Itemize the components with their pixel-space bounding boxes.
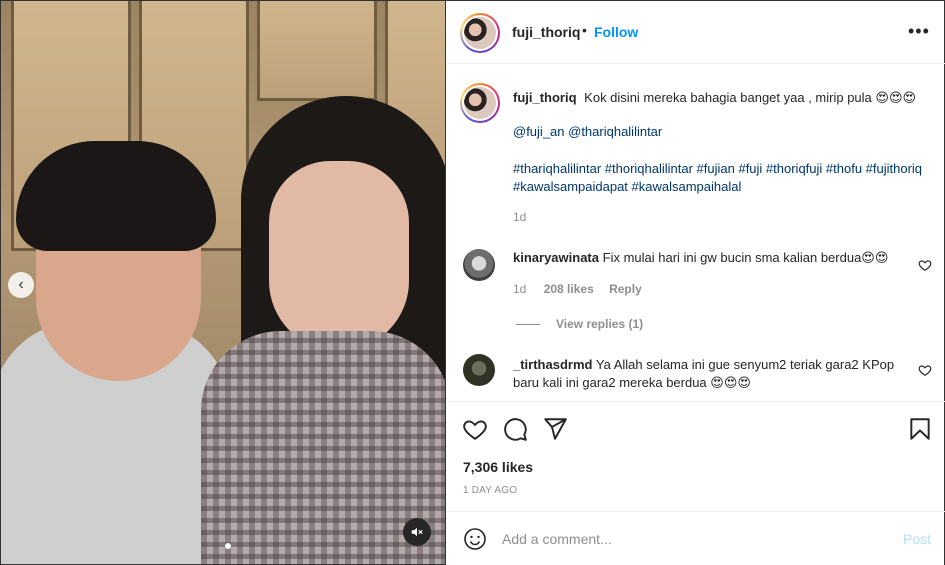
comment-avatar[interactable]	[463, 249, 495, 281]
divider-line	[516, 324, 540, 326]
post-side-panel: fuji_thoriq • Follow ••• fuji_thoriq Kok…	[446, 0, 945, 565]
photo-person-left-hair	[16, 141, 216, 251]
more-options-icon[interactable]: •••	[908, 21, 930, 42]
paper-plane-icon[interactable]	[542, 416, 568, 442]
post-media[interactable]: ‹	[0, 0, 446, 565]
caption-time: 1d	[513, 210, 527, 224]
photo-person-right-face	[269, 161, 409, 351]
comment-icon[interactable]	[502, 416, 528, 442]
caption-text: Kok disini mereka bahagia banget yaa , m…	[584, 90, 917, 105]
comment-input[interactable]	[502, 531, 882, 547]
caption-hashtags[interactable]: #thariqhalilintar #thoriqhalilintar #fuj…	[513, 160, 933, 196]
add-comment-bar: Post	[446, 511, 945, 565]
comment-username[interactable]: _tirthasdrmd	[513, 357, 592, 372]
muted-speaker-icon	[411, 527, 423, 537]
comment-username[interactable]: kinaryawinata	[513, 250, 599, 265]
comment-avatar[interactable]	[463, 354, 495, 386]
smiley-icon[interactable]	[463, 527, 487, 551]
caption-mentions[interactable]: @fuji_an @thariqhalilintar	[513, 124, 662, 139]
follow-button[interactable]: Follow	[594, 24, 638, 40]
mute-button[interactable]	[403, 518, 431, 546]
author-avatar[interactable]	[460, 13, 500, 53]
post-actions: 7,306 likes 1 DAY AGO	[446, 401, 945, 511]
comment-likes[interactable]: 208 likes	[544, 282, 594, 296]
comments-list[interactable]: fuji_thoriq Kok disini mereka bahagia ba…	[446, 65, 945, 401]
bookmark-icon[interactable]	[907, 416, 933, 442]
post-header: fuji_thoriq • Follow •••	[446, 1, 945, 64]
caption: fuji_thoriq Kok disini mereka bahagia ba…	[513, 89, 933, 107]
carousel-indicator	[225, 543, 231, 549]
view-replies-button[interactable]: View replies (1)	[516, 317, 643, 331]
post-timestamp: 1 DAY AGO	[463, 485, 518, 496]
caption-username[interactable]: fuji_thoriq	[513, 90, 577, 105]
author-username[interactable]: fuji_thoriq	[512, 24, 580, 40]
comment: kinaryawinata Fix mulai hari ini gw buci…	[513, 250, 888, 266]
heart-icon[interactable]	[462, 416, 488, 442]
comment: _tirthasdrmd Ya Allah selama ini gue sen…	[513, 356, 913, 392]
comment-text: Fix mulai hari ini gw bucin sma kalian b…	[602, 250, 889, 265]
caption-avatar[interactable]	[460, 83, 500, 123]
carousel-prev-button[interactable]: ‹	[8, 272, 34, 298]
comment-like-heart-icon[interactable]	[918, 258, 932, 272]
comment-time: 1d	[513, 282, 527, 296]
post-comment-button[interactable]: Post	[903, 531, 931, 547]
comment-reply-button[interactable]: Reply	[609, 282, 642, 296]
wall-panel	[257, 1, 377, 101]
comment-meta: 1d 208 likes Reply	[513, 282, 642, 296]
likes-count[interactable]: 7,306 likes	[463, 459, 533, 475]
comment-like-heart-icon[interactable]	[918, 363, 932, 377]
separator-dot: •	[582, 22, 587, 38]
